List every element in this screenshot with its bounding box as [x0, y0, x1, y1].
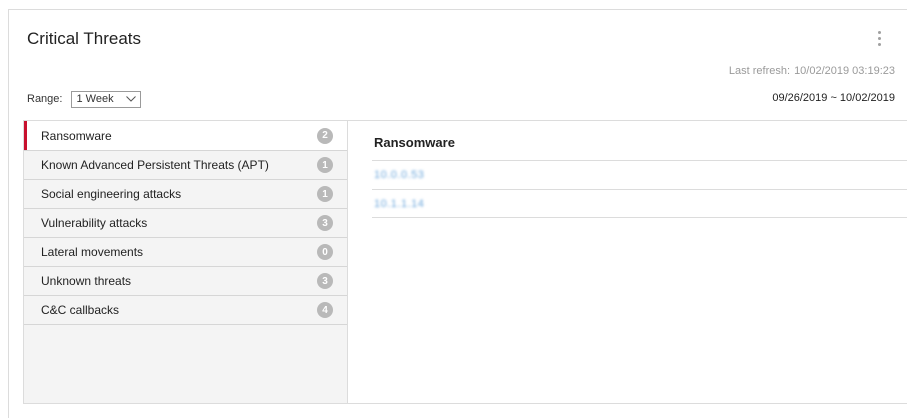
date-range: 09/26/2019 ~ 10/02/2019 — [772, 92, 895, 104]
host-row: 10.1.1.14 — [372, 189, 907, 218]
category-item-ransomware[interactable]: Ransomware 2 — [24, 121, 347, 151]
range-row: Range: 1 Week — [27, 90, 142, 108]
count-badge: 0 — [317, 244, 333, 260]
chevron-down-icon — [126, 96, 137, 102]
category-label: Social engineering attacks — [41, 187, 182, 201]
range-select-value: 1 Week — [76, 93, 114, 105]
category-label: Unknown threats — [41, 274, 132, 288]
category-item-unknown-threats[interactable]: Unknown threats 3 — [24, 267, 347, 296]
last-refresh-value: 10/02/2019 03:19:23 — [794, 65, 895, 77]
category-item-lateral-movements[interactable]: Lateral movements 0 — [24, 238, 347, 267]
category-item-cc-callbacks[interactable]: C&C callbacks 4 — [24, 296, 347, 325]
category-label: Vulnerability attacks — [41, 216, 148, 230]
category-label: Lateral movements — [41, 245, 144, 259]
count-badge: 1 — [317, 157, 333, 173]
host-link[interactable]: 10.0.0.53 — [374, 169, 424, 181]
range-label: Range: — [27, 93, 63, 105]
count-badge: 4 — [317, 302, 333, 318]
host-link[interactable]: 10.1.1.14 — [374, 198, 424, 210]
category-label: C&C callbacks — [41, 303, 120, 317]
critical-threats-widget: Critical Threats Last refresh: 10/02/2019… — [8, 9, 907, 418]
range-select[interactable]: 1 Week — [71, 90, 142, 108]
category-label: Ransomware — [41, 128, 112, 143]
widget-title: Critical Threats — [27, 29, 141, 48]
category-item-vulnerability[interactable]: Vulnerability attacks 3 — [24, 209, 347, 238]
threats-panel: Ransomware 2 Known Advanced Persistent T… — [23, 120, 907, 404]
last-refresh: Last refresh: 10/02/2019 03:19:23 — [729, 65, 895, 77]
category-label: Known Advanced Persistent Threats (APT) — [41, 158, 269, 172]
detail-title: Ransomware — [374, 135, 455, 150]
detail-pane: Ransomware 10.0.0.53 10.1.1.14 — [372, 121, 907, 218]
category-item-apt[interactable]: Known Advanced Persistent Threats (APT) … — [24, 151, 347, 180]
category-list: Ransomware 2 Known Advanced Persistent T… — [24, 121, 348, 403]
count-badge: 1 — [317, 186, 333, 202]
last-refresh-label: Last refresh: — [728, 65, 791, 77]
count-badge: 2 — [317, 127, 333, 144]
host-row: 10.0.0.53 — [372, 160, 907, 189]
kebab-menu-icon[interactable] — [871, 26, 887, 50]
count-badge: 3 — [317, 273, 333, 289]
category-item-social-engineering[interactable]: Social engineering attacks 1 — [24, 180, 347, 209]
count-badge: 3 — [317, 215, 333, 231]
